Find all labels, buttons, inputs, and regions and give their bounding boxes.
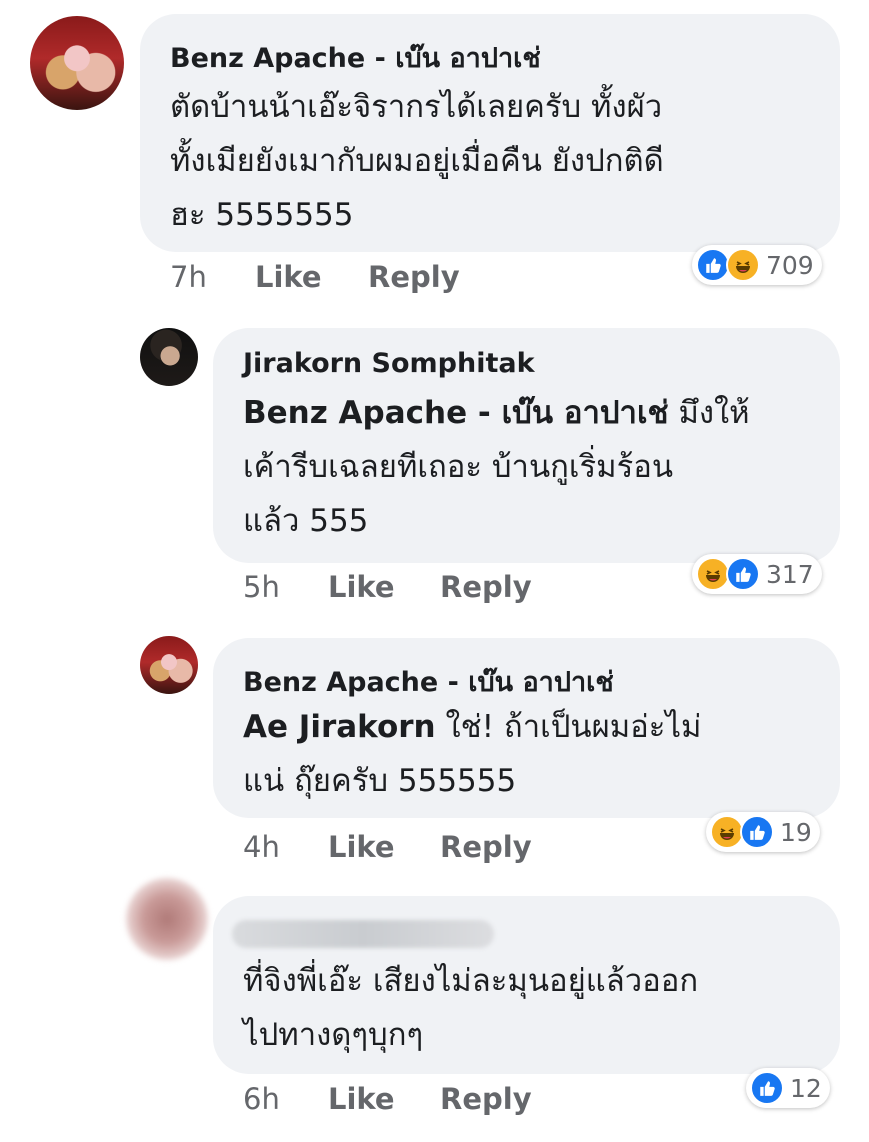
- reaction-count: 317: [766, 559, 814, 589]
- reaction-summary[interactable]: 19: [706, 812, 820, 852]
- like-button[interactable]: Like: [328, 1082, 395, 1116]
- haha-icon: [696, 557, 730, 591]
- comment-author[interactable]: Jirakorn Somphitak: [243, 348, 535, 379]
- like-icon: [750, 1071, 784, 1105]
- comment-text: ที่จิงพี่เอ๊ะ เสียงไม่ละมุนอยู่แล้วออก ไ…: [243, 954, 698, 1062]
- comment-text: Ae Jirakorn ใช่! ถ้าเป็นผมอ่ะไม่ แน่ ถุ๊…: [243, 700, 701, 808]
- blurred-author-name: [232, 920, 494, 948]
- reaction-count: 19: [780, 817, 812, 847]
- commenter-avatar[interactable]: [140, 328, 198, 386]
- reaction-summary[interactable]: 709: [692, 245, 822, 285]
- mention-tag[interactable]: Benz Apache - เบ๊น อาปาเช่: [243, 395, 669, 431]
- like-icon: [696, 248, 730, 282]
- comment-line: ที่จิงพี่เอ๊ะ เสียงไม่ละมุนอยู่แล้วออก: [243, 963, 699, 999]
- mention-tag[interactable]: Ae Jirakorn: [243, 709, 436, 745]
- comment-line: ไปทางดุๆบุกๆ: [243, 1017, 424, 1053]
- reply-button[interactable]: Reply: [440, 1082, 532, 1116]
- comment-line: เค้ารีบเฉลยทีเถอะ บ้านกูเริ่มร้อน: [243, 449, 674, 485]
- comment-line: แล้ว 555: [243, 503, 369, 539]
- reply-button[interactable]: Reply: [440, 570, 532, 604]
- commenter-avatar[interactable]: [126, 878, 208, 960]
- comment-line-text: ใช่! ถ้าเป็นผมอ่ะไม่: [435, 709, 702, 745]
- like-button[interactable]: Like: [328, 570, 395, 604]
- like-button[interactable]: Like: [328, 830, 395, 864]
- comment-line: Ae Jirakorn ใช่! ถ้าเป็นผมอ่ะไม่: [243, 700, 701, 754]
- comment-line: ฮะ 5555555: [170, 197, 354, 233]
- comment-timestamp[interactable]: 5h: [243, 570, 280, 604]
- comment-line: Benz Apache - เบ๊น อาปาเช่ มึงให้: [243, 386, 750, 440]
- reaction-count: 12: [790, 1073, 822, 1103]
- comment-author[interactable]: Benz Apache - เบ๊น อาปาเช่: [170, 36, 541, 79]
- comment-timestamp[interactable]: 6h: [243, 1082, 280, 1116]
- comment-line: ตัดบ้านน้าเอ๊ะจิรากรได้เลยครับ ทั้งผัว: [170, 89, 663, 125]
- commenter-avatar[interactable]: [30, 16, 124, 110]
- commenter-avatar[interactable]: [140, 636, 198, 694]
- like-icon: [726, 557, 760, 591]
- reply-button[interactable]: Reply: [368, 260, 460, 294]
- comment-timestamp[interactable]: 7h: [170, 260, 207, 294]
- reaction-summary[interactable]: 317: [692, 554, 822, 594]
- comment-text: ตัดบ้านน้าเอ๊ะจิรากรได้เลยครับ ทั้งผัว ท…: [170, 80, 664, 242]
- reply-button[interactable]: Reply: [440, 830, 532, 864]
- comment-line: ทั้งเมียยังเมากับผมอยู่เมื่อคืน ยังปกติด…: [170, 143, 664, 179]
- reaction-count: 709: [766, 250, 814, 280]
- comment-timestamp[interactable]: 4h: [243, 830, 280, 864]
- comment-text: Benz Apache - เบ๊น อาปาเช่ มึงให้ เค้ารี…: [243, 386, 750, 548]
- comment-line-text: มึงให้: [668, 395, 750, 431]
- comment-line: แน่ ถุ๊ยครับ 555555: [243, 763, 517, 799]
- like-icon: [740, 815, 774, 849]
- like-button[interactable]: Like: [255, 260, 322, 294]
- haha-icon: [710, 815, 744, 849]
- reaction-summary[interactable]: 12: [746, 1068, 830, 1108]
- comment-author[interactable]: Benz Apache - เบ๊น อาปาเช่: [243, 660, 614, 703]
- haha-icon: [726, 248, 760, 282]
